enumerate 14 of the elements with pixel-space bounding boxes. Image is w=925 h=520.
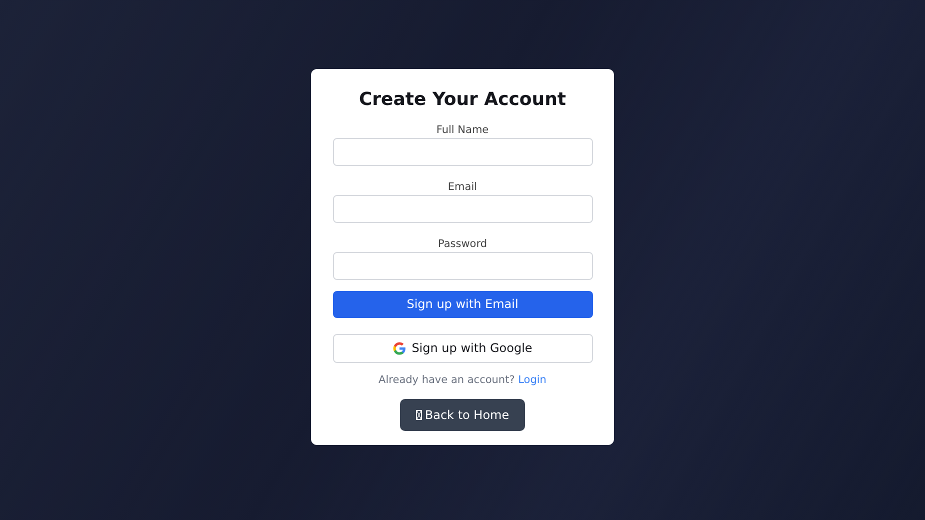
field-label: Email: [448, 180, 478, 192]
google-icon: [392, 342, 406, 354]
input-field[interactable]: [332, 194, 592, 222]
email-signup-button[interactable]: Sign up with Email: [332, 290, 592, 318]
input-field[interactable]: [332, 138, 592, 166]
back-home-button[interactable]: Back to Home: [400, 398, 526, 430]
form-title: Create Your Account: [358, 88, 566, 110]
field-label: Full Name: [436, 124, 489, 136]
google-signup-button[interactable]: Sign up with Google: [332, 334, 592, 362]
missing-glyph-icon: [416, 410, 422, 420]
field-label: Password: [438, 238, 488, 250]
input-field[interactable]: [332, 252, 592, 280]
login-prompt: Already have an account? Login: [378, 374, 546, 386]
login-link[interactable]: Login: [518, 374, 546, 386]
